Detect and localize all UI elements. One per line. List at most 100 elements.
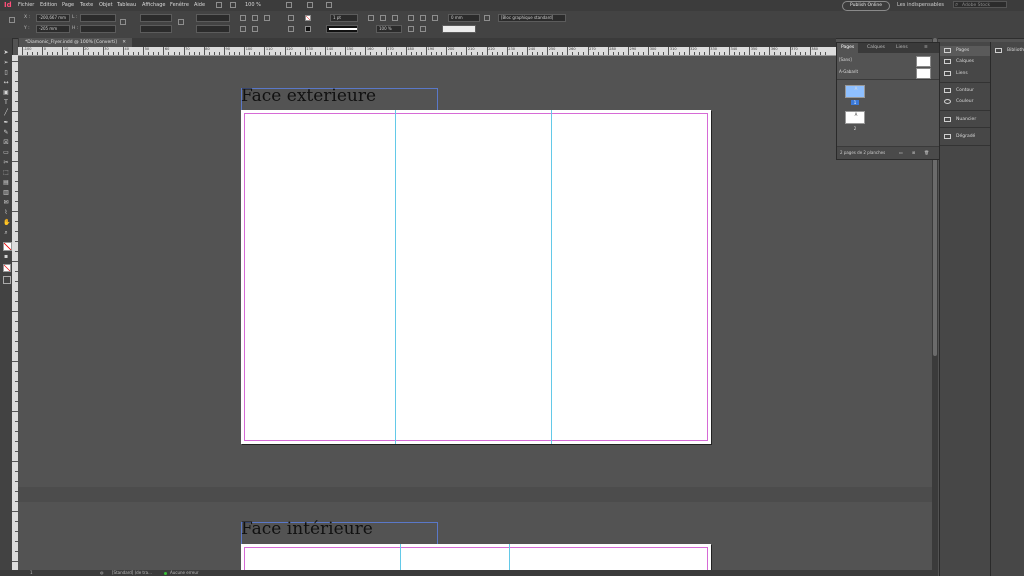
flip-vertical-icon[interactable]	[240, 26, 246, 32]
fit-content-icon[interactable]	[420, 26, 426, 32]
menu-aide[interactable]: Aide	[194, 2, 205, 8]
spread-title-exterior[interactable]: Face exterieure	[241, 86, 376, 106]
dock-swatches[interactable]: Nuancier	[940, 115, 990, 125]
shear-field[interactable]	[196, 25, 230, 33]
stroke-type-select[interactable]	[326, 25, 358, 33]
pen-tool-icon[interactable]: ✒	[3, 120, 9, 126]
object-style-icon[interactable]	[484, 15, 490, 21]
scissors-tool-icon[interactable]: ✂	[3, 160, 9, 166]
fill-swatch-icon[interactable]	[305, 15, 311, 21]
select-container-icon[interactable]	[252, 26, 258, 32]
menu-fenetre[interactable]: Fenêtre	[170, 2, 189, 8]
view-options-icon[interactable]	[286, 2, 292, 8]
master-none[interactable]: [Sans]	[839, 57, 852, 62]
scale-y-field[interactable]	[140, 25, 172, 33]
menu-affichage[interactable]: Affichage	[142, 2, 166, 8]
master-a-thumb[interactable]	[916, 68, 931, 79]
scale-x-field[interactable]	[140, 14, 172, 22]
errors-label[interactable]: Aucune erreur	[170, 570, 199, 576]
dock-color[interactable]: Couleur	[940, 97, 990, 107]
constrain-scale-icon[interactable]	[178, 19, 184, 25]
page-tool-icon[interactable]: ▯	[3, 70, 9, 76]
publish-online-button[interactable]: Publish Online	[842, 1, 890, 11]
menu-page[interactable]: Page	[62, 2, 74, 8]
text-wrap-icon[interactable]	[380, 15, 386, 21]
flip-horizontal-icon[interactable]	[264, 15, 270, 21]
screen-mode-icon[interactable]	[307, 2, 313, 8]
menu-objet[interactable]: Objet	[99, 2, 113, 8]
page-number-field[interactable]: 1	[30, 570, 33, 576]
dock-gradient[interactable]: Dégradé	[940, 132, 990, 142]
select-previous-icon[interactable]	[288, 15, 294, 21]
offset-field[interactable]: 0 mm	[448, 14, 480, 22]
selection-tool-icon[interactable]: ➤	[3, 50, 9, 56]
constrain-proportions-icon[interactable]	[120, 19, 126, 25]
tab-pages[interactable]: Pages	[837, 43, 859, 53]
dock-libraries[interactable]: Bibliothèque	[991, 46, 1024, 56]
menu-texte[interactable]: Texte	[80, 2, 93, 8]
object-style-select[interactable]: [Bloc graphique standard]	[498, 14, 566, 22]
spread-title-interior[interactable]: Face intérieure	[241, 519, 373, 539]
fill-stroke-icon[interactable]	[3, 242, 12, 251]
tab-links[interactable]: Liens	[892, 43, 912, 53]
horizontal-ruler[interactable]: -100 0 10 20 30 40 50 60 70 80 90 100 110 120 130 140 15…	[18, 47, 836, 56]
rectangle-frame-icon[interactable]: ☒	[3, 140, 9, 146]
rotate-cw-icon[interactable]	[240, 15, 246, 21]
close-tab-icon[interactable]: ✕	[122, 40, 126, 45]
y-position-field[interactable]: -205 mm	[36, 25, 70, 33]
distribute-icon[interactable]	[408, 26, 414, 32]
page-thumb-1[interactable]: A	[845, 85, 865, 98]
spread-interior[interactable]	[241, 544, 711, 570]
gap-tool-icon[interactable]: ↔	[3, 80, 9, 86]
tab-layers[interactable]: Calques	[863, 43, 889, 53]
reference-point-icon[interactable]	[9, 17, 15, 23]
select-next-icon[interactable]	[288, 26, 294, 32]
master-none-thumb[interactable]	[916, 56, 931, 67]
corner-options-icon[interactable]	[368, 15, 374, 21]
bridge-icon[interactable]	[216, 2, 222, 8]
preflight-icon[interactable]: ◍	[100, 570, 104, 576]
rectangle-tool-icon[interactable]: ▭	[3, 150, 9, 156]
width-field[interactable]	[80, 14, 116, 22]
height-field[interactable]	[80, 25, 116, 33]
dock-pages[interactable]: Pages	[940, 46, 990, 56]
spread-exterior[interactable]	[241, 110, 711, 444]
free-transform-icon[interactable]: ⬚	[3, 170, 9, 176]
workspace-switcher[interactable]: Les indispensables	[897, 2, 944, 8]
stock-icon[interactable]	[230, 2, 236, 8]
align-right-icon[interactable]	[432, 15, 438, 21]
panel-menu-icon[interactable]: ≡	[920, 43, 932, 53]
pencil-tool-icon[interactable]: ✎	[3, 130, 9, 136]
search-input[interactable]: Adobe Stock	[953, 1, 1007, 8]
content-collector-icon[interactable]: ▣	[3, 90, 9, 96]
screen-mode-normal-icon[interactable]	[3, 276, 11, 284]
rotate-ccw-icon[interactable]	[252, 15, 258, 21]
x-position-field[interactable]: -200,667 mm	[36, 14, 70, 22]
menu-fichier[interactable]: Fichier	[18, 2, 34, 8]
apply-color-icon[interactable]: ▪	[3, 254, 9, 260]
dock-layers[interactable]: Calques	[940, 57, 990, 67]
direct-selection-icon[interactable]: ➢	[3, 60, 9, 66]
dock-links[interactable]: Liens	[940, 69, 990, 79]
style-select[interactable]: [Standard] (de tra...	[112, 570, 152, 576]
apply-none-icon[interactable]	[3, 264, 11, 272]
edit-page-size-icon[interactable]: ▭	[899, 147, 903, 159]
type-tool-icon[interactable]: T	[3, 100, 9, 106]
master-a[interactable]: A-Gabarit	[839, 69, 858, 74]
zoom-tool-icon[interactable]: ⌕	[3, 230, 9, 236]
dock-stroke[interactable]: Contour	[940, 86, 990, 96]
new-page-icon[interactable]: ⊞	[912, 147, 915, 159]
arrange-documents-icon[interactable]	[326, 2, 332, 8]
rotation-field[interactable]	[196, 14, 230, 22]
delete-page-icon[interactable]: 🗑	[924, 147, 929, 159]
line-tool-icon[interactable]: ╱	[3, 110, 9, 116]
gradient-feather-icon[interactable]: ▥	[3, 190, 9, 196]
stroke-weight-field[interactable]: 1 pt	[330, 14, 358, 22]
gradient-tool-icon[interactable]: ▤	[3, 180, 9, 186]
eyedropper-icon[interactable]: ⌇	[3, 210, 9, 216]
zoom-level[interactable]: 100 %	[245, 2, 261, 8]
align-center-icon[interactable]	[420, 15, 426, 21]
swatch-select[interactable]	[442, 25, 476, 33]
menu-tableau[interactable]: Tableau	[117, 2, 136, 8]
menu-edition[interactable]: Edition	[40, 2, 57, 8]
